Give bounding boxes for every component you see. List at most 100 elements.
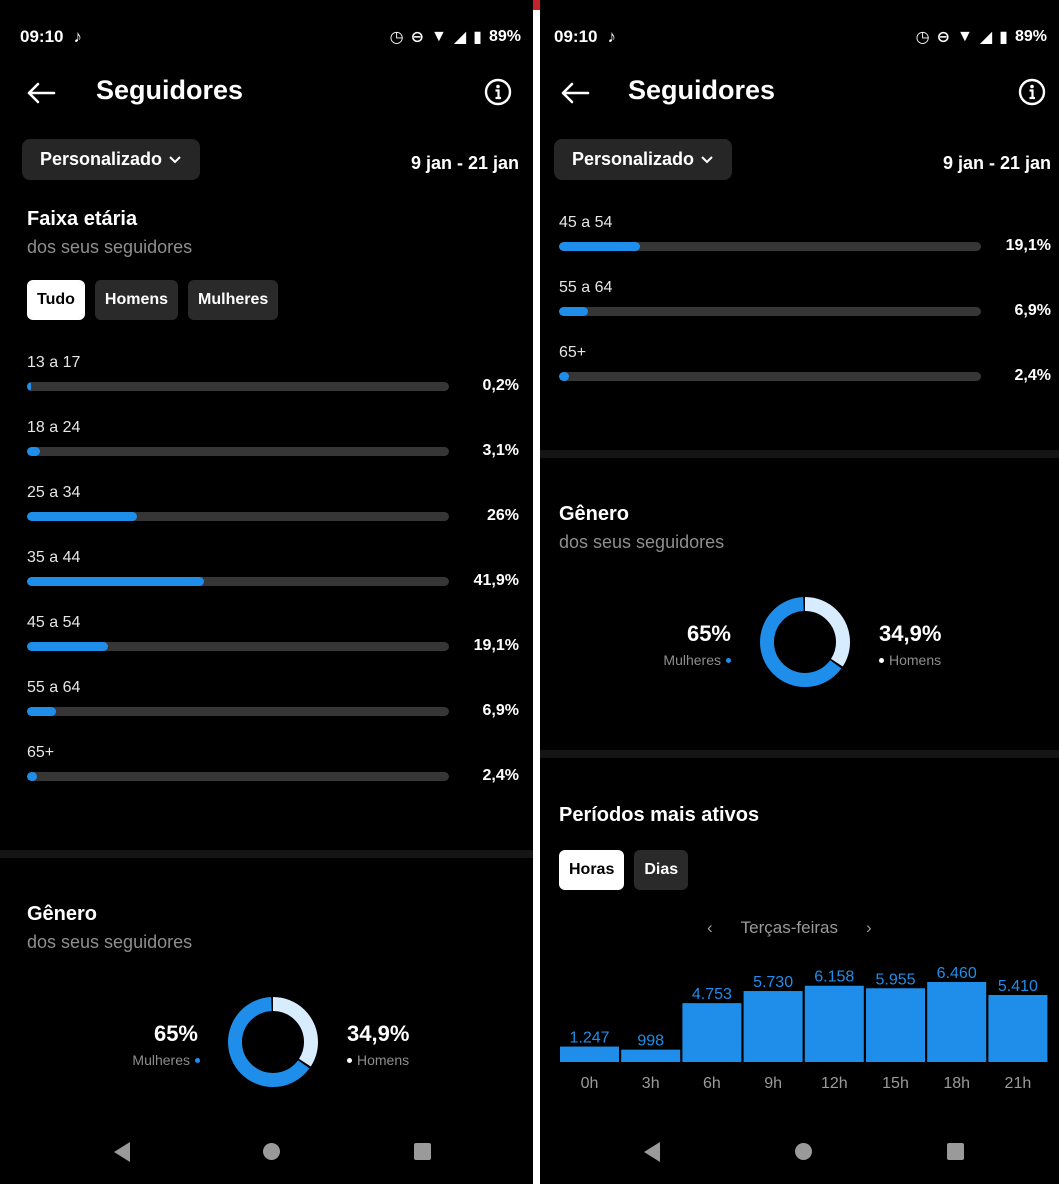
age-pct: 6,9% bbox=[482, 702, 519, 719]
signal-icon: ◢ bbox=[453, 29, 467, 46]
nav-back-icon[interactable] bbox=[644, 1142, 660, 1162]
hour-bar[interactable] bbox=[804, 985, 864, 1062]
age-pct: 0,2% bbox=[482, 377, 519, 394]
age-row: 13 a 17 0,2% bbox=[27, 354, 519, 414]
period-label: Personalizado bbox=[40, 149, 163, 169]
hour-tick-label: 15h bbox=[882, 1075, 909, 1092]
age-row: 45 a 54 19,1% bbox=[27, 614, 519, 674]
age-pct: 26% bbox=[486, 507, 519, 524]
day-label: Terças-feiras bbox=[740, 918, 838, 937]
hour-tick-label: 18h bbox=[943, 1075, 970, 1092]
gender-subtitle: dos seus seguidores bbox=[559, 532, 725, 552]
hour-value-label: 4.753 bbox=[692, 986, 732, 1003]
age-bar-fill bbox=[559, 372, 570, 381]
section-divider bbox=[540, 750, 1059, 758]
men-label: Homens bbox=[889, 652, 942, 668]
hour-bar[interactable] bbox=[682, 1003, 742, 1062]
nav-home-icon[interactable] bbox=[795, 1143, 812, 1160]
tab-mulheres[interactable]: Mulheres bbox=[188, 280, 279, 320]
hour-bar[interactable] bbox=[988, 995, 1048, 1062]
age-label: 25 a 34 bbox=[27, 484, 81, 501]
hour-bar[interactable] bbox=[560, 1046, 619, 1062]
filter-bar: Personalizado 9 jan - 21 jan bbox=[22, 139, 519, 181]
nav-back-icon[interactable] bbox=[114, 1142, 130, 1162]
age-label: 65+ bbox=[27, 744, 55, 761]
age-label: 13 a 17 bbox=[27, 354, 81, 371]
age-bar-list: 45 a 54 19,1% 55 a 64 6,9% 65+ 2,4% bbox=[559, 214, 1051, 414]
section-divider bbox=[0, 850, 533, 858]
age-bar-fill bbox=[27, 577, 204, 586]
hour-bar[interactable] bbox=[621, 1049, 681, 1062]
men-pct: 34,9% bbox=[347, 1021, 410, 1046]
back-arrow-icon[interactable] bbox=[558, 76, 592, 110]
signal-icon: ◢ bbox=[979, 29, 993, 46]
date-range: 9 jan - 21 jan bbox=[942, 153, 1051, 173]
hour-bar[interactable] bbox=[743, 991, 803, 1062]
battery-icon: ▮ bbox=[473, 29, 482, 46]
women-legend: Mulheres bbox=[132, 1052, 200, 1068]
clock: 09:10 bbox=[20, 27, 64, 46]
period-dropdown[interactable]: Personalizado bbox=[22, 139, 201, 180]
chevron-down-icon bbox=[169, 155, 181, 163]
age-bar-track bbox=[27, 382, 449, 391]
period-label: Personalizado bbox=[572, 149, 695, 169]
age-row: 65+ 2,4% bbox=[27, 744, 519, 804]
nav-home-icon[interactable] bbox=[263, 1143, 280, 1160]
back-arrow-icon[interactable] bbox=[24, 76, 58, 110]
date-range: 9 jan - 21 jan bbox=[410, 153, 519, 173]
age-bar-list: 13 a 17 0,2% 18 a 24 3,1% 25 a 34 26% 35 a 44 4… bbox=[27, 354, 519, 804]
section-divider bbox=[540, 450, 1059, 458]
chevron-right-icon[interactable]: › bbox=[866, 918, 872, 938]
gender-title: Gênero bbox=[559, 503, 630, 525]
hour-value-label: 5.955 bbox=[875, 971, 915, 988]
battery-icon: ▮ bbox=[999, 29, 1008, 46]
header: Seguidores bbox=[0, 70, 533, 116]
dnd-icon: ⊖ bbox=[410, 29, 424, 46]
chevron-left-icon[interactable]: ‹ bbox=[707, 918, 713, 938]
hour-value-label: 6.158 bbox=[814, 969, 854, 986]
period-dropdown[interactable]: Personalizado bbox=[554, 139, 733, 180]
age-label: 45 a 54 bbox=[27, 614, 81, 631]
age-label: 18 a 24 bbox=[27, 419, 81, 436]
info-icon[interactable] bbox=[483, 77, 513, 107]
age-bar-track bbox=[559, 242, 981, 251]
tab-dias[interactable]: Dias bbox=[634, 850, 689, 890]
men-pct: 34,9% bbox=[879, 621, 942, 646]
dnd-icon: ⊖ bbox=[936, 29, 950, 46]
screen-left: 09:10 ♪ ◷ ⊖ ▼ ◢ ▮ 89% Seguidores Persona… bbox=[0, 0, 533, 1184]
hour-tick-label: 9h bbox=[764, 1075, 782, 1092]
tab-tudo[interactable]: Tudo bbox=[27, 280, 85, 320]
gender-donut bbox=[228, 997, 318, 1087]
hour-value-label: 1.247 bbox=[569, 1030, 609, 1047]
age-pct: 41,9% bbox=[473, 572, 519, 589]
status-bar: 09:10 ♪ ◷ ⊖ ▼ ◢ ▮ 89% bbox=[554, 24, 1047, 50]
system-nav-bar bbox=[540, 1124, 1059, 1184]
hour-value-label: 5.410 bbox=[998, 978, 1038, 995]
header: Seguidores bbox=[540, 70, 1059, 116]
hour-value-label: 998 bbox=[637, 1033, 664, 1050]
age-bar-fill bbox=[27, 642, 108, 651]
age-title: Faixa etária bbox=[27, 208, 138, 230]
tab-homens[interactable]: Homens bbox=[94, 280, 179, 320]
hour-bar[interactable] bbox=[927, 982, 987, 1062]
tab-horas[interactable]: Horas bbox=[559, 850, 625, 890]
hours-bar-chart: 1.247 0h 998 3h 4.753 6h 5.730 9h 6.158 12h 5.955 1… bbox=[560, 965, 1048, 1092]
battery-level: 89% bbox=[488, 28, 521, 45]
age-label: 35 a 44 bbox=[27, 549, 81, 566]
gender-subtitle: dos seus seguidores bbox=[27, 932, 193, 952]
women-dot bbox=[195, 1057, 200, 1063]
nav-recents-icon[interactable] bbox=[947, 1143, 964, 1160]
hour-bar[interactable] bbox=[866, 988, 925, 1062]
age-row: 25 a 34 26% bbox=[27, 484, 519, 544]
day-selector: ‹ Terças-feiras › bbox=[707, 918, 872, 938]
filter-bar: Personalizado 9 jan - 21 jan bbox=[554, 139, 1051, 181]
women-legend: Mulheres bbox=[663, 652, 731, 668]
info-icon[interactable] bbox=[1017, 77, 1047, 107]
age-bar-track bbox=[27, 707, 449, 716]
gender-donut bbox=[760, 597, 850, 687]
hour-tick-label: 3h bbox=[642, 1075, 660, 1092]
age-row: 55 a 64 6,9% bbox=[27, 679, 519, 739]
notification-icon: ♪ bbox=[73, 27, 82, 46]
nav-recents-icon[interactable] bbox=[414, 1143, 431, 1160]
hour-tick-label: 21h bbox=[1005, 1075, 1032, 1092]
